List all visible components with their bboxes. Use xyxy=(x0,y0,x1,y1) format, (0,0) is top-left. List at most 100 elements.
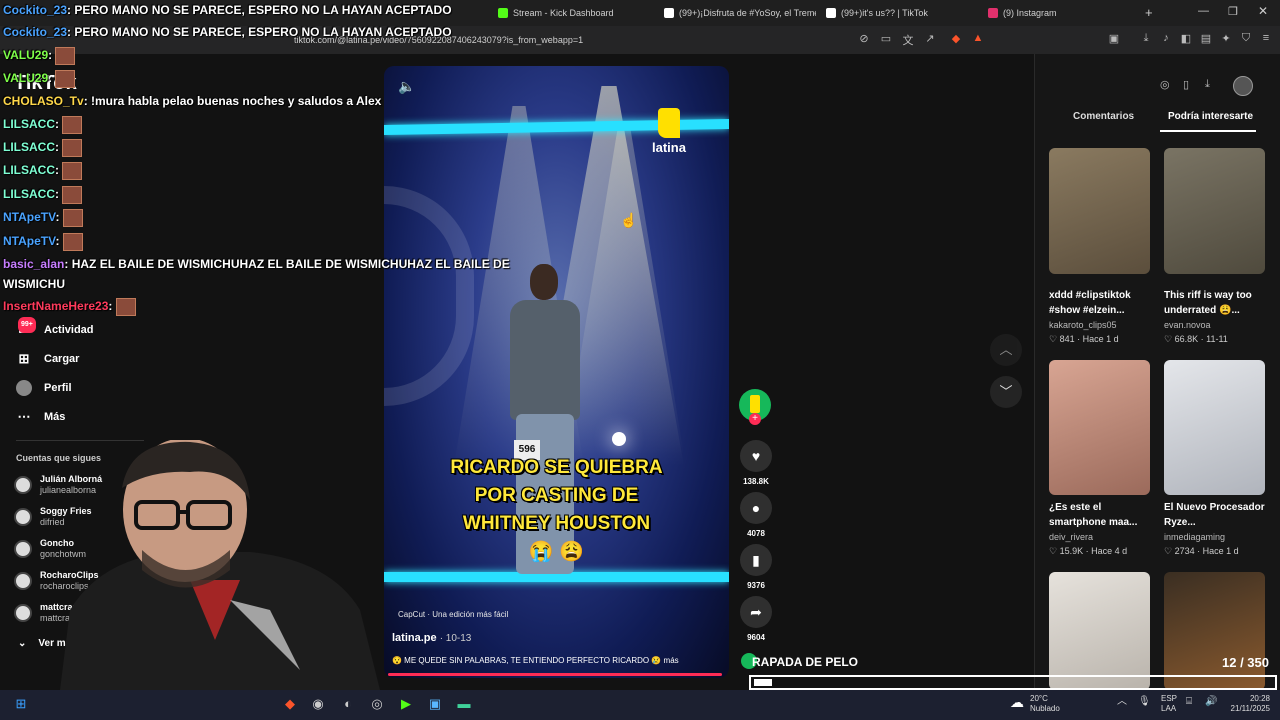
app-icon[interactable]: ▣ xyxy=(426,696,444,712)
tab-comentarios[interactable]: Comentarios xyxy=(1073,111,1134,122)
chat-username: LILSACC xyxy=(3,140,55,155)
tab-label: (9) Instagram xyxy=(1003,8,1057,18)
network-icon[interactable]: ⌸ xyxy=(1186,697,1192,707)
video-thumbnail[interactable] xyxy=(1049,148,1150,274)
save-button[interactable]: ▮ 9376 xyxy=(739,544,773,590)
video-thumbnail[interactable] xyxy=(1164,360,1265,495)
video-thumbnail[interactable] xyxy=(1049,360,1150,495)
download-app-icon[interactable]: ⤓ xyxy=(1205,78,1210,91)
app-icon[interactable]: ◐ xyxy=(339,696,357,711)
phone-icon[interactable]: ▯ xyxy=(1183,78,1189,91)
tab-kick-dashboard[interactable]: Stream - Kick Dashboard xyxy=(490,3,650,23)
tab-tiktok-its-us[interactable]: (99+)it's us?? | TikTok xyxy=(818,3,978,23)
close-window-icon[interactable]: ✕ xyxy=(1258,4,1268,18)
next-video-button[interactable]: ﹀ xyxy=(990,376,1022,408)
capcut-watermark[interactable]: CapCut · Una edición más fácil xyxy=(398,610,508,619)
screen-icon[interactable]: ▭ xyxy=(878,32,894,45)
weather-icon[interactable]: ☁ xyxy=(1010,694,1024,711)
menu-icon[interactable]: ≡ xyxy=(1258,32,1274,44)
chat-emote xyxy=(55,47,76,65)
brave-shield-icon[interactable]: ◆ xyxy=(948,32,964,45)
brave-rewards-icon[interactable]: ▲ xyxy=(970,32,986,44)
card-title[interactable]: ¿Es este el smartphone maa... xyxy=(1049,500,1159,530)
media-icon[interactable]: ♪ xyxy=(1158,32,1174,44)
wallet-icon[interactable]: ▤ xyxy=(1198,32,1214,45)
notification-badge: 99+ xyxy=(18,317,36,333)
chat-message: LILSACC: xyxy=(3,116,83,134)
card-author[interactable]: evan.novoa xyxy=(1164,320,1211,330)
new-tab-icon[interactable]: + xyxy=(1145,5,1153,20)
weather-widget[interactable]: 20°C Nublado xyxy=(1030,694,1060,714)
sidebar-item-label: Perfil xyxy=(44,382,72,394)
extensions-icon[interactable]: ✦ xyxy=(1218,32,1234,45)
video-author[interactable]: latina.pe · 10-13 xyxy=(392,632,471,644)
card-stats: ♡ 2734 · Hace 1 d xyxy=(1164,546,1239,556)
share-icon[interactable]: ↗ xyxy=(922,32,938,45)
video-description[interactable]: 😯 ME QUEDE SIN PALABRAS, TE ENTIENDO PER… xyxy=(392,656,722,665)
vpn-icon[interactable]: ⛉ xyxy=(1238,32,1254,45)
kick-app-icon[interactable]: ▶ xyxy=(397,696,415,712)
tab-podria-interesarte[interactable]: Podría interesarte xyxy=(1168,111,1253,122)
tab-tiktok-yosoy[interactable]: (99+)¡Disfruta de #YoSoy, el Tremen... xyxy=(656,3,816,23)
chat-message: NTApeTV: xyxy=(3,233,83,251)
video-caption: RICARDO SE QUIEBRA POR CASTING DE WHITNE… xyxy=(384,454,729,538)
no-audio-icon[interactable]: ⊘ xyxy=(856,32,872,45)
sidebar-toggle-icon[interactable]: ▣ xyxy=(1106,32,1122,45)
instagram-icon xyxy=(988,8,998,18)
author-handle[interactable]: latina.pe xyxy=(392,632,437,644)
video-thumbnail[interactable] xyxy=(1164,148,1265,274)
user-avatar[interactable] xyxy=(1233,76,1253,96)
volume-icon[interactable]: 🔈 xyxy=(398,78,415,95)
brave-browser-icon[interactable]: ◆ xyxy=(281,696,299,712)
follow-plus-icon[interactable]: + xyxy=(749,413,761,425)
sidebar-item-mas[interactable]: ⋯ Más xyxy=(16,404,66,430)
video-thumbnail[interactable] xyxy=(1164,572,1265,690)
share-button[interactable]: ➦ 9604 xyxy=(739,596,773,642)
sidebar-item-actividad[interactable]: ✉99+ Actividad xyxy=(16,317,94,343)
chat-username: basic_alan xyxy=(3,257,65,271)
minimize-icon[interactable]: — xyxy=(1198,5,1209,17)
card-author[interactable]: deiv_rivera xyxy=(1049,532,1093,542)
card-stats: ♡ 66.8K · 11-11 xyxy=(1164,334,1228,344)
app-icon[interactable]: ▬ xyxy=(455,696,473,711)
weather-temp: 20°C xyxy=(1030,694,1048,703)
tab-instagram[interactable]: (9) Instagram xyxy=(980,3,1130,23)
microphone-icon[interactable]: 🎙 xyxy=(1138,697,1151,707)
goal-title: RAPADA DE PELO xyxy=(752,655,859,669)
caption-line: RICARDO SE QUIEBRA xyxy=(450,457,663,478)
chat-emote xyxy=(115,298,136,316)
tray-chevron-icon[interactable]: ︿ xyxy=(1117,697,1127,707)
language-indicator[interactable]: ESP LAA xyxy=(1161,694,1177,714)
sidebar-item-cargar[interactable]: ⊞ Cargar xyxy=(16,346,80,372)
volume-tray-icon[interactable]: 🔊 xyxy=(1205,697,1217,707)
card-stats: ♡ 841 · Hace 1 d xyxy=(1049,334,1119,344)
chat-emote xyxy=(62,209,83,227)
obs-icon[interactable]: ◎ xyxy=(368,696,386,712)
compass-icon[interactable]: ◎ xyxy=(1160,78,1170,91)
message-icon: ✉99+ xyxy=(16,317,36,338)
card-title[interactable]: This riff is way too underrated 😩... xyxy=(1164,288,1274,318)
video-player[interactable]: latina 596 RICARDO SE QUIEBRA POR CASTIN… xyxy=(384,66,729,678)
app-icon[interactable]: ◉ xyxy=(309,696,327,712)
reading-list-icon[interactable]: ◧ xyxy=(1178,32,1194,45)
previous-video-button[interactable]: ︿ xyxy=(990,334,1022,366)
windows-start-icon[interactable]: ⊞ xyxy=(12,696,30,712)
sidebar-item-perfil[interactable]: Perfil xyxy=(16,375,72,401)
translate-icon[interactable]: 文 xyxy=(900,32,916,48)
card-author[interactable]: kakaroto_clips05 xyxy=(1049,320,1117,330)
video-thumbnail[interactable] xyxy=(1049,572,1150,690)
restore-icon[interactable]: ❐ xyxy=(1228,5,1238,18)
tiktok-icon xyxy=(664,8,674,18)
card-title[interactable]: xddd #clipstiktok #show #elzein... xyxy=(1049,288,1159,318)
like-button[interactable]: ♥ 138.8K xyxy=(739,440,773,486)
chat-text: : xyxy=(55,187,59,202)
clock[interactable]: 20:28 21/11/2025 xyxy=(1228,694,1270,714)
goal-progress-fill xyxy=(754,679,772,686)
download-icon[interactable]: ⤓ xyxy=(1138,32,1154,45)
comment-button[interactable]: ● 4078 xyxy=(739,492,773,538)
video-progress-bar[interactable] xyxy=(388,673,722,676)
card-title[interactable]: El Nuevo Procesador Ryze... xyxy=(1164,500,1274,530)
card-author[interactable]: inmediagaming xyxy=(1164,532,1225,542)
creator-avatar[interactable]: + xyxy=(739,389,771,425)
chat-text: : xyxy=(48,48,53,63)
